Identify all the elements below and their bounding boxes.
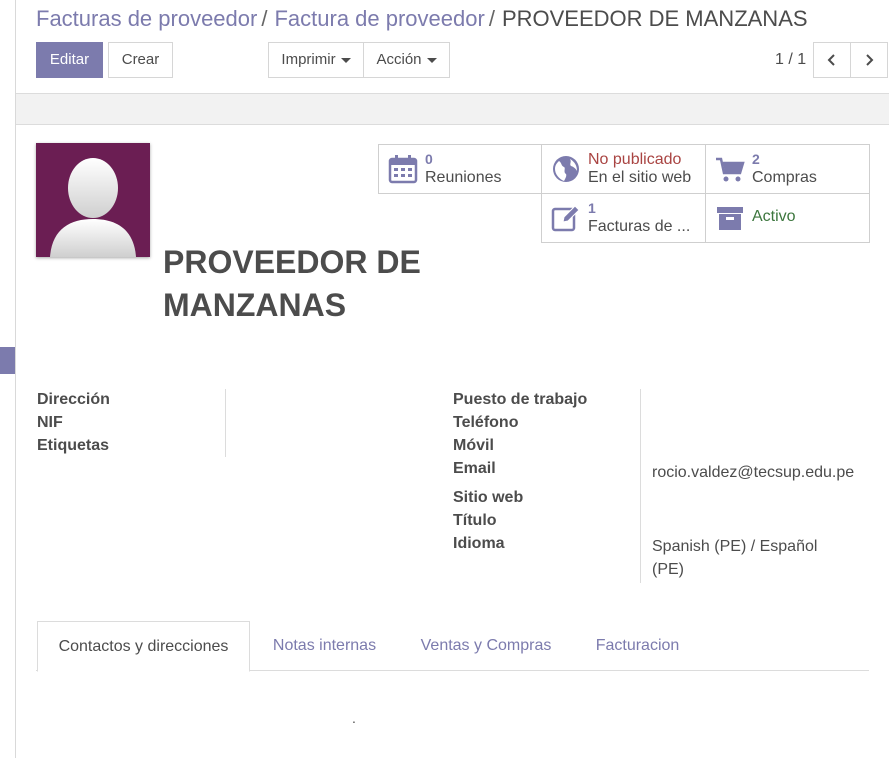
field-label-title: Título [453,512,497,529]
tab-invoicing[interactable]: Facturacion [575,621,700,671]
globe-icon [553,156,579,182]
purchases-count: 2 [752,151,760,167]
breadcrumb-current: PROVEEDOR DE MANZANAS [501,6,808,31]
email-value[interactable]: rocio.valdez@tecsup.edu.pe [652,464,854,482]
pager-next-button[interactable] [850,42,888,78]
archive-icon [717,207,743,230]
pager-previous-button[interactable] [813,42,851,78]
field-label-tags: Etiquetas [37,437,110,454]
caret-down-icon [426,57,437,63]
breadcrumb-separator: / [488,6,495,31]
pager-value: 1 / 1 [775,51,807,68]
action-dropdown[interactable]: Acción [363,42,450,78]
shopping-cart-icon [716,157,745,182]
action-label: Acción [376,51,422,68]
field-divider [640,389,641,583]
partner-name: PROVEEDOR DE MANZANAS [163,244,421,323]
chevron-left-icon [827,54,835,66]
field-label-address: Dirección [37,391,110,408]
statusbar-band [16,93,889,125]
vendor-bills-label: Facturas de ... [588,218,691,235]
smart-button-vendor-bills[interactable]: 1 Facturas de ... [541,193,706,243]
smart-button-purchases[interactable]: 2 Compras [705,144,870,194]
field-label-vat: NIF [37,414,63,431]
breadcrumb-separator: / [261,6,268,31]
caret-down-icon [340,57,351,63]
smart-button-active[interactable]: Activo [705,193,870,243]
breadcrumb: Facturas de proveedor / Factura de proveed… [36,6,808,32]
website-label: En el sitio web [588,169,692,186]
tab-internal-notes[interactable]: Notas internas [252,621,397,671]
left-edge-marker [0,347,15,374]
tab-content-dot: . [352,710,356,726]
person-placeholder-icon [50,158,136,257]
language-value: Spanish (PE) / Español (PE) [652,538,818,578]
active-status: Activo [752,208,796,225]
meetings-count: 0 [425,151,433,167]
calendar-icon [388,155,418,184]
purchases-label: Compras [752,169,817,186]
print-dropdown[interactable]: Imprimir [268,42,364,78]
edit-pencil-icon [551,205,580,232]
vendor-bills-count: 1 [588,200,596,216]
website-status: No publicado [588,151,682,168]
create-button[interactable]: Crear [108,42,173,78]
breadcrumb-item-vendor-bill[interactable]: Factura de proveedor [274,6,484,31]
smart-button-website[interactable]: No publicado En el sitio web [541,144,706,194]
tab-sales-purchases[interactable]: Ventas y Compras [399,621,573,671]
smart-button-meetings[interactable]: 0 Reuniones [378,144,542,194]
avatar[interactable] [36,143,150,257]
print-label: Imprimir [281,51,336,68]
field-divider [225,389,226,457]
field-label-phone: Teléfono [453,414,519,431]
edit-button[interactable]: Editar [36,42,103,78]
tab-contacts-addresses[interactable]: Contactos y direcciones [37,621,250,672]
left-edge-strip [0,0,16,758]
field-label-email: Email [453,460,496,477]
field-label-job-position: Puesto de trabajo [453,391,588,408]
breadcrumb-item-vendor-bills[interactable]: Facturas de proveedor [36,6,257,31]
field-label-mobile: Móvil [453,437,494,454]
field-label-language: Idioma [453,535,505,552]
field-label-website: Sitio web [453,489,524,506]
meetings-label: Reuniones [425,169,502,186]
chevron-right-icon [866,54,874,66]
